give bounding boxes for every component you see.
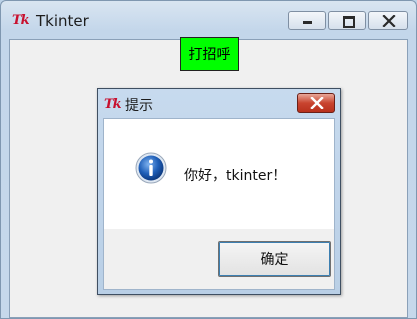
- dialog-body: 你好，tkinter！ 确定: [103, 118, 335, 290]
- greet-button[interactable]: 打招呼: [180, 37, 239, 71]
- maximize-icon: [343, 16, 355, 28]
- info-icon: [135, 152, 167, 184]
- close-icon: [382, 15, 396, 27]
- close-icon: [310, 97, 324, 109]
- minimize-button[interactable]: [288, 11, 326, 30]
- dialog-close-button[interactable]: [297, 93, 335, 113]
- message-dialog: Tk 提示 你好，tkinter！ 确定: [97, 88, 341, 295]
- dialog-message-area: 你好，tkinter！: [104, 119, 334, 229]
- dialog-tk-logo-icon: Tk: [104, 97, 122, 112]
- close-button[interactable]: [368, 11, 408, 30]
- dialog-message: 你好，tkinter！: [184, 168, 287, 184]
- maximize-button[interactable]: [328, 11, 366, 30]
- ok-button[interactable]: 确定: [218, 241, 331, 277]
- tk-logo-icon: Tk: [12, 13, 30, 28]
- dialog-title: 提示: [125, 98, 153, 114]
- window-title: Tkinter: [36, 12, 89, 30]
- main-titlebar[interactable]: Tk Tkinter: [1, 1, 416, 39]
- minimize-icon: [303, 21, 312, 24]
